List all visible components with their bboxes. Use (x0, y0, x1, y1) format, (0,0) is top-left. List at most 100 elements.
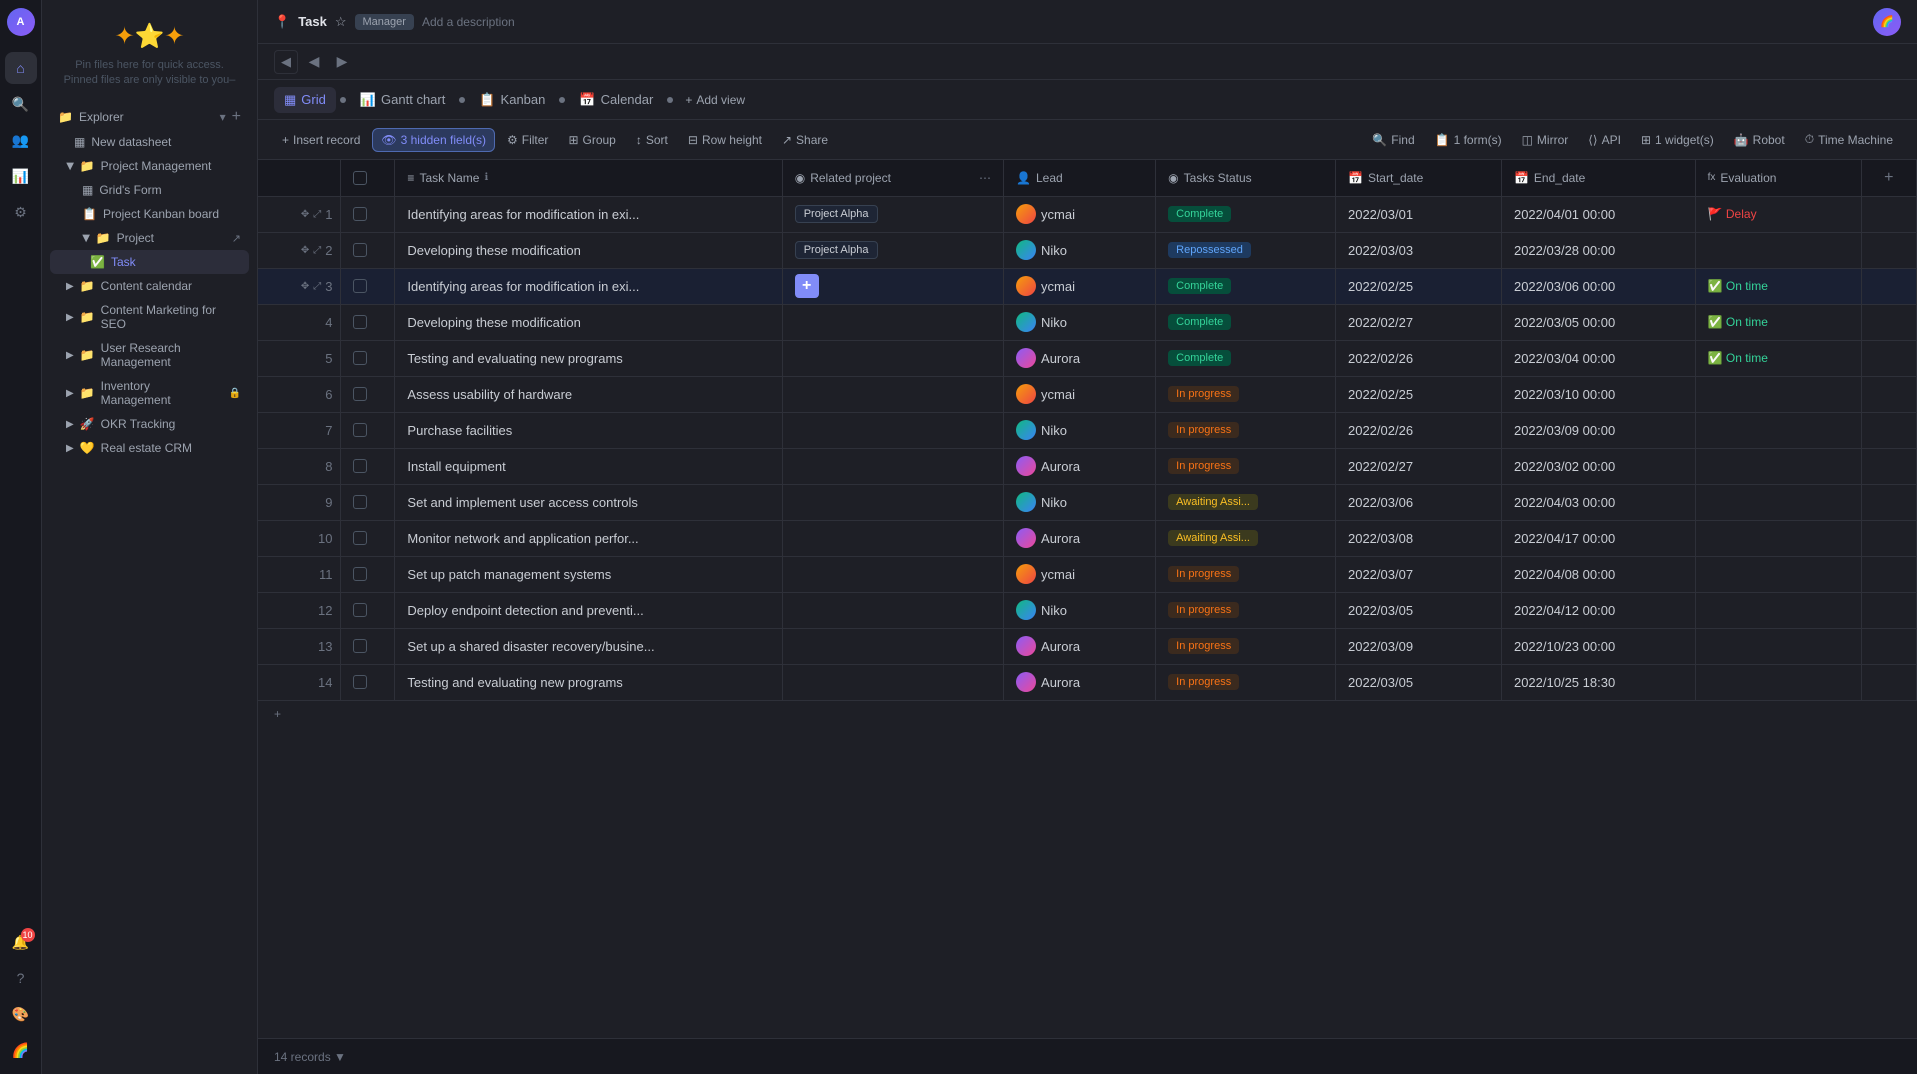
row-checkbox[interactable] (353, 495, 367, 509)
row-number: ✥ ⤢ 1 (258, 196, 341, 232)
robot-btn[interactable]: 🤖 Robot (1726, 129, 1793, 151)
th-task-name[interactable]: ≡ Task Name ℹ (395, 160, 782, 196)
sidebar-item-real-estate[interactable]: ▶ 💛 Real estate CRM (50, 436, 249, 460)
table-container: ≡ Task Name ℹ ◉ Related project ⋯ (258, 160, 1917, 1038)
sidebar-item-kanban-board[interactable]: 📋 Project Kanban board (50, 202, 249, 226)
help-icon[interactable]: ? (5, 962, 37, 994)
sidebar-item-grids-form[interactable]: ▦ Grid's Form (50, 178, 249, 202)
cm-arrow-icon: ▶ (66, 312, 74, 323)
row-checkbox[interactable] (353, 315, 367, 329)
sidebar-item-inventory-management[interactable]: ▶ 📁 Inventory Management 🔒 (50, 374, 249, 412)
end-date-value: 2022/03/28 00:00 (1514, 243, 1615, 258)
add-row-btn[interactable]: + (258, 701, 1917, 727)
user-avatar[interactable]: 🌈 (1873, 8, 1901, 36)
lead-avatar (1016, 456, 1036, 476)
sidebar-item-content-marketing[interactable]: ▶ 📁 Content Marketing for SEO (50, 298, 249, 336)
row-height-btn[interactable]: ⊟ Row height (680, 129, 770, 151)
status-badge: Awaiting Assi... (1168, 530, 1258, 546)
th-evaluation[interactable]: fx Evaluation (1695, 160, 1861, 196)
row-checkbox[interactable] (353, 351, 367, 365)
insert-record-btn[interactable]: + Insert record (274, 129, 368, 151)
tab-gantt[interactable]: 📊 Gantt chart (350, 87, 456, 113)
sidebar-item-user-research[interactable]: ▶ 📁 User Research Management (50, 336, 249, 374)
graph-icon[interactable]: 📊 (5, 160, 37, 192)
home-icon[interactable]: ⌂ (5, 52, 37, 84)
expand-icon[interactable]: ⤢ (313, 281, 321, 292)
th-lead[interactable]: 👤 Lead (1004, 160, 1156, 196)
row-checkbox[interactable] (353, 531, 367, 545)
tab-kanban[interactable]: 📋 Kanban (469, 87, 555, 113)
search-icon[interactable]: 🔍 (5, 88, 37, 120)
status-badge: Repossessed (1168, 242, 1251, 258)
sidebar-item-project-folder[interactable]: ▶ 📁 Project ↗ (50, 226, 249, 250)
mirror-btn[interactable]: ◫ Mirror (1514, 129, 1577, 151)
row-checkbox[interactable] (353, 423, 367, 437)
expand-icon[interactable]: ⤢ (313, 209, 321, 220)
add-project-btn[interactable]: + (795, 274, 819, 298)
theme-icon[interactable]: 🎨 (5, 998, 37, 1030)
add-col-icon[interactable]: + (1884, 169, 1893, 187)
time-machine-btn[interactable]: ⏱ Time Machine (1797, 128, 1901, 151)
row-checkbox[interactable] (353, 459, 367, 473)
find-btn[interactable]: 🔍 Find (1364, 129, 1422, 151)
row-checkbox[interactable] (353, 603, 367, 617)
sidebar-item-task[interactable]: ✅ Task (50, 250, 249, 274)
move-icon[interactable]: ✥ (301, 209, 309, 220)
proj-col-menu[interactable]: ⋯ (979, 171, 991, 185)
widget-btn[interactable]: ⊞ 1 widget(s) (1633, 129, 1722, 151)
tab-calendar[interactable]: 📅 Calendar (569, 87, 663, 113)
tab-grid[interactable]: ▦ Grid (274, 87, 336, 113)
row-checkbox[interactable] (353, 279, 367, 293)
move-icon[interactable]: ✥ (301, 245, 309, 256)
enddate-col-label: End_date (1534, 171, 1585, 185)
hidden-fields-btn[interactable]: 👁 3 hidden field(s) (372, 128, 495, 152)
th-tasks-status[interactable]: ◉ Tasks Status (1156, 160, 1336, 196)
form-btn[interactable]: 📋 1 form(s) (1427, 129, 1510, 151)
app-avatar[interactable]: A (7, 8, 35, 36)
sidebar-item-okr[interactable]: ▶ 🚀 OKR Tracking (50, 412, 249, 436)
explorer-add-icon[interactable]: + (232, 108, 241, 126)
expand-icon[interactable]: ⤢ (313, 245, 321, 256)
re-label: Real estate CRM (101, 441, 192, 455)
eval-badge: ✅ On time (1708, 279, 1768, 293)
nav-back-btn[interactable]: ◀ (302, 50, 326, 74)
add-description[interactable]: Add a description (422, 15, 515, 29)
end-date-value: 2022/03/06 00:00 (1514, 279, 1615, 294)
nav-row: ◀ ◀ ▶ (258, 44, 1917, 80)
row-checkbox[interactable] (353, 387, 367, 401)
th-start-date[interactable]: 📅 Start_date (1335, 160, 1501, 196)
th-related-project[interactable]: ◉ Related project ⋯ (782, 160, 1003, 196)
sidebar-item-content-calendar[interactable]: ▶ 📁 Content calendar (50, 274, 249, 298)
nav-forward-btn[interactable]: ▶ (330, 50, 354, 74)
move-icon[interactable]: ✥ (301, 281, 309, 292)
group-btn[interactable]: ⊞ Group (560, 129, 623, 151)
users-icon[interactable]: 👥 (5, 124, 37, 156)
profile-icon[interactable]: 🌈 (5, 1034, 37, 1066)
notification-icon[interactable]: 🔔 10 (5, 926, 37, 958)
status-badge: Complete (1168, 206, 1231, 222)
main-area: 📍 Task ☆ Manager Add a description 🌈 ◀ ◀… (258, 0, 1917, 1074)
th-add-col[interactable]: + (1861, 160, 1916, 196)
star-icon-topbar[interactable]: ☆ (335, 14, 347, 30)
empty-cell (1861, 520, 1916, 556)
add-view-btn[interactable]: + Add view (677, 89, 753, 111)
th-end-date[interactable]: 📅 End_date (1501, 160, 1695, 196)
settings-icon[interactable]: ⚙ (5, 196, 37, 228)
row-checkbox[interactable] (353, 567, 367, 581)
filter-btn[interactable]: ⚙ Filter (499, 129, 556, 151)
sidebar-item-new-datasheet[interactable]: ▦ New datasheet (50, 130, 249, 154)
explorer-header[interactable]: 📁 Explorer ▾ + (50, 104, 249, 130)
api-btn[interactable]: ⟨⟩ API (1580, 129, 1629, 151)
row-checkbox[interactable] (353, 243, 367, 257)
task-name: Set up patch management systems (407, 567, 611, 582)
collapse-sidebar-btn[interactable]: ◀ (274, 50, 298, 74)
header-checkbox[interactable] (353, 171, 367, 185)
row-checkbox[interactable] (353, 675, 367, 689)
status-cell: Awaiting Assi... (1156, 484, 1336, 520)
sort-btn[interactable]: ↕ Sort (628, 129, 676, 151)
share-btn[interactable]: ↗ Share (774, 129, 836, 151)
row-checkbox[interactable] (353, 207, 367, 221)
row-checkbox[interactable] (353, 639, 367, 653)
sidebar-item-project-management[interactable]: ▶ 📁 Project Management (50, 154, 249, 178)
record-count[interactable]: 14 records ▼ (274, 1050, 346, 1064)
